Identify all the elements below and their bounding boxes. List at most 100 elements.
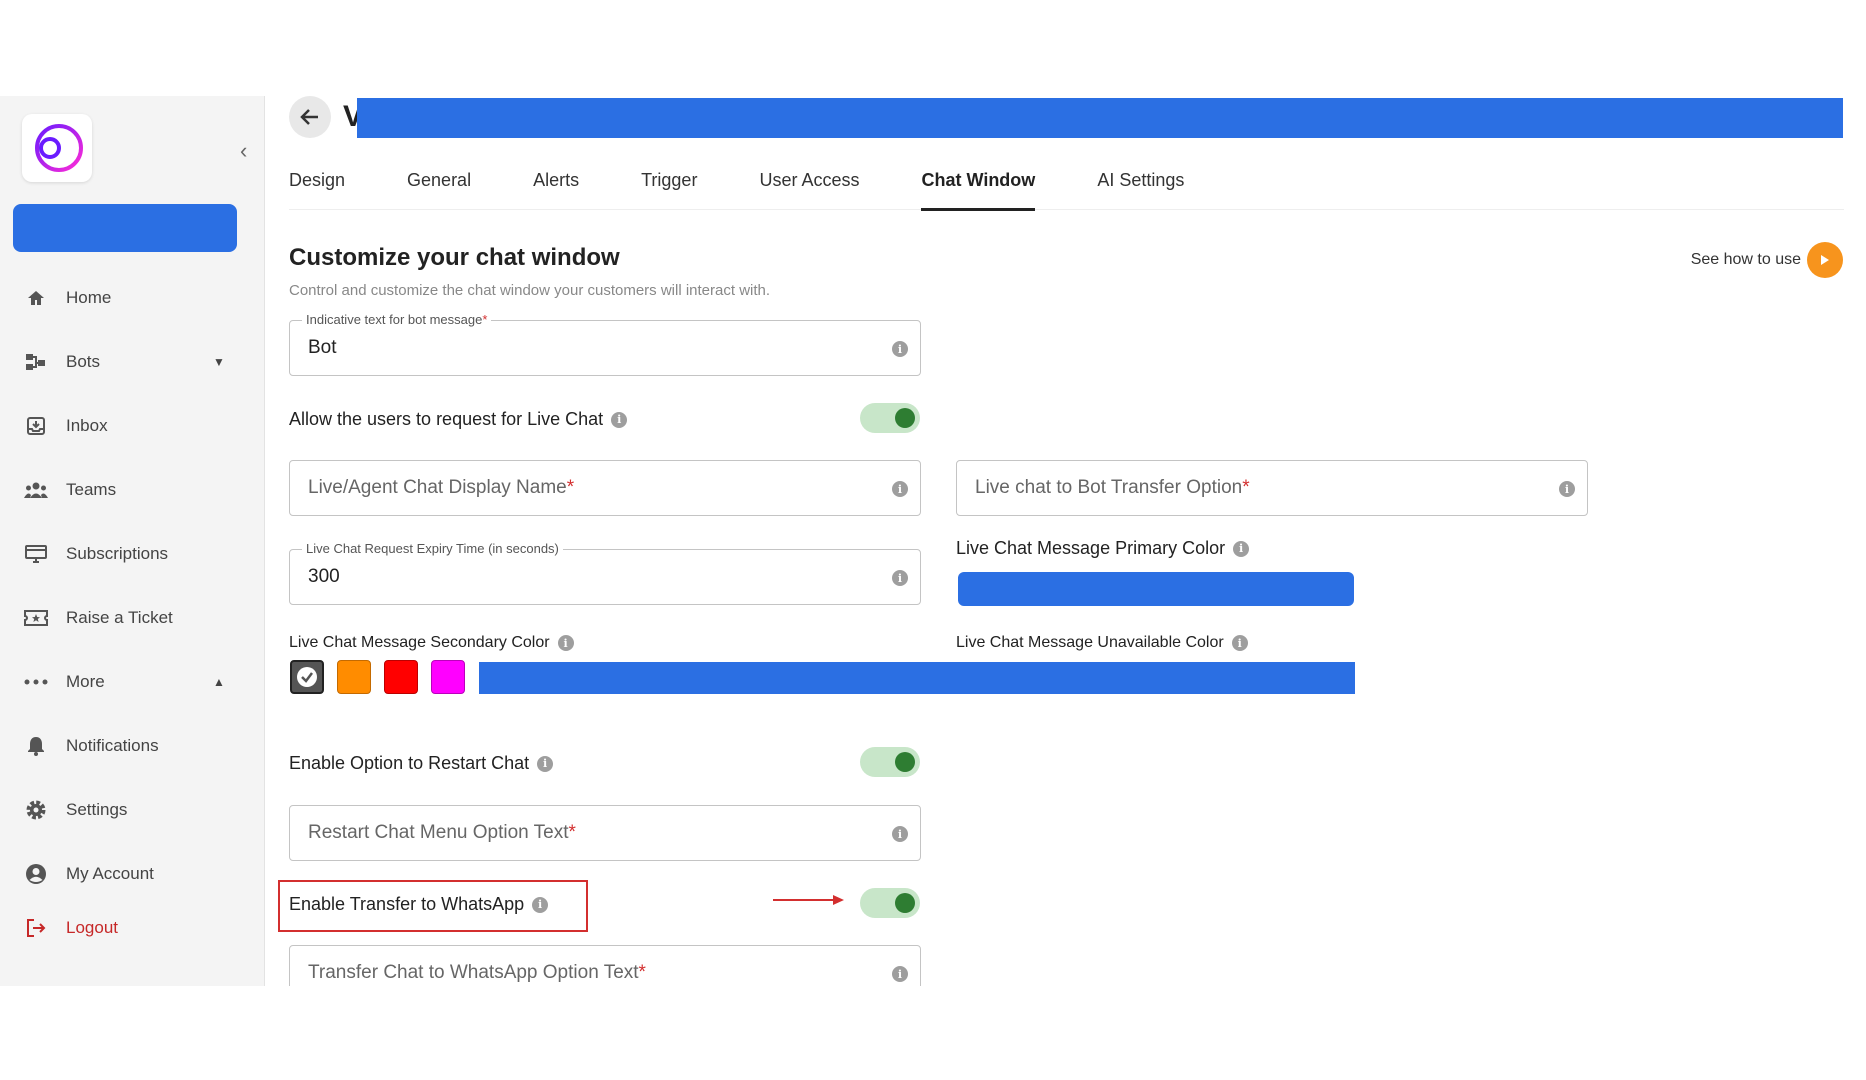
field-label: Indicative text for bot message* [302,312,492,327]
info-icon[interactable]: i [532,896,549,913]
logout-button[interactable]: Logout [0,906,265,950]
sidebar-item-label: Raise a Ticket [66,608,173,627]
info-icon[interactable]: i [1233,540,1250,557]
back-button[interactable] [289,96,331,138]
sidebar-item-subscriptions[interactable]: Subscriptions [0,522,265,586]
caret-up-icon[interactable]: ▲ [213,675,225,689]
sidebar-item-label: Bots [66,352,101,371]
section-title: Customize your chat window [289,244,620,271]
secondary-swatch-magenta[interactable] [431,660,465,694]
sidebar-item-more[interactable]: More ▲ [0,650,265,714]
account-icon [24,862,48,886]
sidebar-item-teams[interactable]: Teams [0,458,265,522]
redacted-workspace-selector[interactable] [13,204,237,252]
sidebar-item-label: Teams [66,480,117,499]
bot-transfer-option-field[interactable]: Live chat to Bot Transfer Option* i [956,460,1588,516]
toggle-knob [895,893,915,913]
bots-icon [24,350,48,374]
sidebar-item-inbox[interactable]: Inbox [0,394,265,458]
sidebar-item-label: More [66,672,105,691]
allow-live-chat-label: Allow the users to request for Live Chat [289,409,604,429]
collapse-sidebar-icon[interactable]: ‹ [240,138,247,164]
sidebar-item-home[interactable]: Home [0,266,265,330]
info-icon[interactable]: i [892,826,908,842]
whatsapp-option-text-field[interactable]: Transfer Chat to WhatsApp Option Text* i [289,945,921,986]
field-value: Bot [308,337,337,358]
sidebar-item-label: Inbox [66,416,108,435]
tab-general[interactable]: General [407,168,471,210]
check-icon [297,667,317,687]
transfer-whatsapp-toggle[interactable] [860,888,920,918]
sidebar-item-settings[interactable]: Settings [0,778,265,842]
arrow-left-icon [300,109,318,125]
agent-display-name-field[interactable]: Live/Agent Chat Display Name* i [289,460,921,516]
allow-live-chat-row: Allow the users to request for Live Chat… [289,409,628,430]
red-arrow-icon [773,893,845,912]
redacted-primary-swatches[interactable] [958,572,1354,606]
expiry-time-field[interactable]: Live Chat Request Expiry Time (in second… [289,541,921,605]
restart-chat-toggle[interactable] [860,747,920,777]
field-placeholder: Live chat to Bot Transfer Option* [975,477,1250,498]
field-placeholder: Live/Agent Chat Display Name* [308,477,575,498]
info-icon[interactable]: i [892,966,908,982]
field-value: 300 [308,566,340,587]
app-frame: ‹ Home Bots ▼ Inbox Teams Subscriptions … [0,96,1866,986]
tab-design[interactable]: Design [289,168,345,210]
info-icon[interactable]: i [557,635,574,651]
play-icon[interactable] [1807,242,1843,278]
info-icon[interactable]: i [1559,481,1575,497]
tab-chat-window[interactable]: Chat Window [921,168,1035,211]
secondary-swatch-orange[interactable] [337,660,371,694]
sidebar-item-label: Home [66,288,112,307]
sidebar-item-my-account[interactable]: My Account [0,842,265,906]
app-logo[interactable] [22,114,92,182]
sidebar-item-bots[interactable]: Bots ▼ [0,330,265,394]
info-icon[interactable]: i [611,411,628,428]
redacted-secondary-swatches[interactable] [479,662,1355,694]
sidebar: ‹ Home Bots ▼ Inbox Teams Subscriptions … [0,96,265,986]
main-content: V Design General Alerts Trigger User Acc… [265,96,1866,986]
gear-icon [24,798,48,822]
sidebar-item-raise-ticket[interactable]: Raise a Ticket [0,586,265,650]
home-icon [24,286,48,310]
toggle-knob [895,752,915,772]
tab-alerts[interactable]: Alerts [533,168,579,210]
info-icon[interactable]: i [892,341,908,357]
info-icon[interactable]: i [892,481,908,497]
restart-menu-text-field[interactable]: Restart Chat Menu Option Text* i [289,805,921,861]
info-icon[interactable]: i [537,755,554,772]
ticket-icon [24,606,48,630]
tab-trigger[interactable]: Trigger [641,168,697,210]
field-placeholder: Transfer Chat to WhatsApp Option Text* [308,962,646,983]
sidebar-item-label: My Account [66,864,154,883]
unavailable-color-row: Live Chat Message Unavailable Color i [956,634,1248,652]
section-subtitle: Control and customize the chat window yo… [289,282,771,299]
field-placeholder: Restart Chat Menu Option Text* [308,822,576,843]
allow-live-chat-toggle[interactable] [860,403,920,433]
see-how-to-use-link[interactable]: See how to use [1691,242,1843,278]
bot-text-field[interactable]: Indicative text for bot message* Bot i [289,312,921,376]
field-label: Live Chat Request Expiry Time (in second… [302,541,563,556]
tab-bar: Design General Alerts Trigger User Acces… [289,168,1844,211]
info-icon[interactable]: i [1231,635,1248,651]
secondary-color-row: Live Chat Message Secondary Color i [289,634,574,652]
sidebar-item-notifications[interactable]: Notifications [0,714,265,778]
sidebar-item-label: Notifications [66,736,159,755]
caret-down-icon[interactable]: ▼ [213,355,225,369]
secondary-swatch-red[interactable] [384,660,418,694]
secondary-swatch-gray[interactable] [290,660,324,694]
secondary-color-label: Live Chat Message Secondary Color [289,634,550,651]
logout-icon [24,916,48,940]
tab-ai-settings[interactable]: AI Settings [1097,168,1184,210]
inbox-icon [24,414,48,438]
primary-color-label: Live Chat Message Primary Color [956,538,1226,558]
primary-color-row: Live Chat Message Primary Color i [956,538,1250,559]
info-icon[interactable]: i [892,570,908,586]
subscriptions-icon [24,542,48,566]
transfer-whatsapp-row: Enable Transfer to WhatsApp i [289,894,549,915]
sidebar-nav: Home Bots ▼ Inbox Teams Subscriptions Ra… [0,266,265,950]
toggle-knob [895,408,915,428]
logout-label: Logout [66,918,118,937]
restart-chat-label: Enable Option to Restart Chat [289,753,530,773]
tab-user-access[interactable]: User Access [759,168,859,210]
